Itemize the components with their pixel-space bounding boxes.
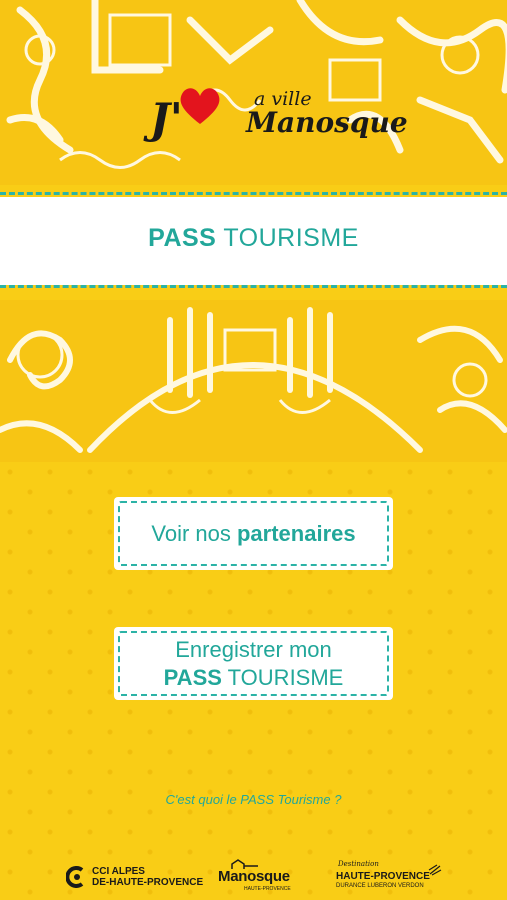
sun-icon (428, 864, 442, 876)
logo-manosque: Manosque (246, 106, 408, 139)
title-bold: PASS (148, 224, 217, 252)
what-is-pass-link[interactable]: C'est quoi le PASS Tourisme ? (0, 792, 507, 807)
register-line1: Enregistrer mon (175, 636, 332, 662)
register-rest: TOURISME (221, 664, 344, 690)
cci-line1: CCI ALPES (92, 866, 145, 877)
partners-bold: partenaires (236, 520, 356, 546)
partners-prefix: Voir nos (151, 520, 237, 546)
haute-provence-logo: Destination HAUTE-PROVENCE DURANCE LUBER… (336, 858, 446, 892)
register-pass-button[interactable]: Enregistrer mon PASS TOURISME (114, 627, 393, 700)
cci-line2: DE-HAUTE-PROVENCE (92, 877, 204, 888)
band-dashed-top (0, 192, 507, 195)
tapestry-pattern-middle (0, 307, 507, 453)
partners-button[interactable]: Voir nos partenaires (114, 497, 393, 570)
manosque-footer-logo: Manosque HAUTE-PROVENCE (218, 858, 298, 892)
hp-sub: DURANCE LUBERON VERDON (336, 883, 424, 889)
heart-icon (180, 88, 220, 124)
middle-artwork (0, 300, 507, 462)
hp-main: HAUTE-PROVENCE (336, 871, 430, 882)
cci-logo: CCI ALPES DE-HAUTE-PROVENCE (66, 858, 203, 892)
manosque-footer-sub: HAUTE-PROVENCE (244, 886, 291, 892)
hp-destination: Destination (338, 860, 379, 868)
page-title: PASS TOURISME (0, 224, 507, 253)
cci-text: CCI ALPES DE-HAUTE-PROVENCE (92, 866, 203, 888)
manosque-footer-text: Manosque (218, 868, 290, 885)
manosque-logo: J' a ville Manosque (150, 82, 408, 152)
cci-icon (66, 866, 84, 888)
register-bold: PASS (163, 664, 222, 690)
band-dashed-bottom (0, 285, 507, 288)
title-rest: TOURISME (216, 224, 359, 252)
